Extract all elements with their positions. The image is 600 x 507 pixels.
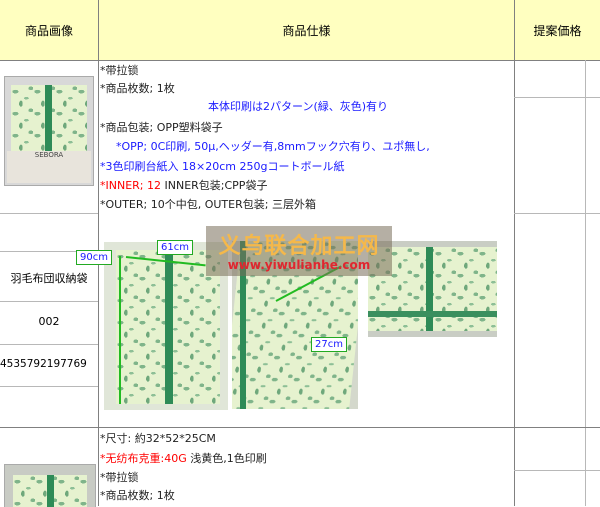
spec-line: *尺寸: 約32*52*25CM	[100, 432, 216, 445]
spec-line-inner: *INNER; 12 INNER包装;CPP袋子	[100, 177, 267, 195]
grid-line	[0, 344, 98, 345]
dimension-width-label: 61cm	[157, 240, 193, 255]
header-spec-label: 商品仕様	[282, 23, 331, 38]
header-price: 提案価格	[515, 0, 600, 60]
fabric-weight: *无纺布克重:40G	[100, 452, 187, 465]
grid-line	[0, 386, 98, 387]
grid-line	[514, 97, 600, 98]
spec-line: *3色印刷台紙入 18×20cm 250gコートボール紙	[100, 160, 345, 173]
package-header-card: SEBORA	[7, 151, 91, 183]
inner-packaging: INNER包装;CPP袋子	[161, 179, 268, 192]
spec-line: 本体印刷は2パターン(緑、灰色)有り	[208, 100, 389, 113]
grid-line	[514, 0, 515, 506]
header-spec: 商品仕様	[99, 0, 514, 60]
inner-count: *INNER; 12	[100, 179, 161, 192]
spec-line: *带拉锁	[100, 64, 139, 77]
spec-line: *商品包装; OPP塑料袋子	[100, 121, 223, 134]
grid-line	[585, 60, 586, 506]
product-image: SEBORA	[4, 76, 94, 186]
watermark: 义乌联合加工网 www.yiwulianhe.com	[206, 226, 392, 276]
spec-line: *OPP; 0C印刷, 50μ,ヘッダー有,8mmフック穴有り、ユポ無し,	[116, 140, 430, 153]
header-image: 商品画像	[0, 0, 98, 60]
grid-line	[0, 60, 600, 61]
zipper-stripe	[45, 85, 52, 151]
grid-line	[0, 213, 98, 214]
package-label: SEBORA	[34, 151, 64, 159]
product-barcode: 4535792197769	[0, 358, 87, 370]
spec-line-fabric: *无纺布克重:40G 浅黄色,1色印刷	[100, 450, 267, 468]
fabric-color: 浅黄色,1色印刷	[186, 452, 267, 465]
dimension-depth-label: 27cm	[311, 337, 347, 352]
product2-image	[4, 464, 96, 507]
zipper-stripe	[47, 475, 54, 507]
header-price-label: 提案価格	[533, 23, 582, 38]
grid-line	[0, 301, 98, 302]
grid-line	[514, 213, 600, 214]
measure-line-length	[119, 256, 121, 404]
spec-line: *OUTER; 10个中包, OUTER包装; 三层外箱	[100, 198, 316, 211]
spec-line: *商品枚数; 1枚	[100, 489, 175, 502]
product-number: 002	[38, 315, 60, 328]
grid-line	[514, 470, 600, 471]
watermark-url: www.yiwulianhe.com	[227, 258, 371, 272]
zipper-stripe	[165, 250, 173, 404]
watermark-title: 义乌联合加工网	[218, 234, 380, 259]
zipper-stripe	[426, 247, 433, 331]
grid-line	[0, 427, 600, 428]
spec-line: *商品枚数; 1枚	[100, 82, 175, 95]
product-name: 羽毛布団収納袋	[10, 272, 88, 285]
bottom-band	[368, 311, 497, 317]
dimension-length-label: 90cm	[76, 250, 112, 265]
header-image-label: 商品画像	[24, 23, 73, 38]
spec-line: *带拉锁	[100, 471, 139, 484]
